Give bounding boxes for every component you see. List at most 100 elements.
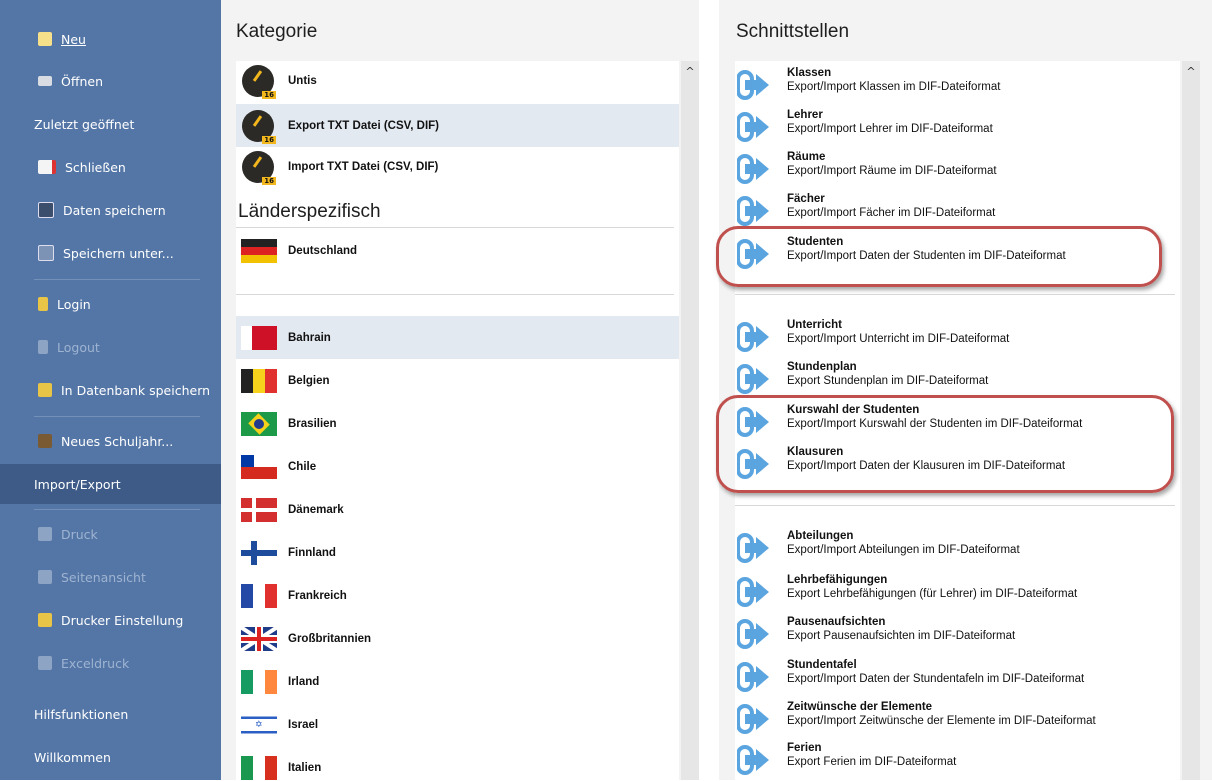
export-arrow-icon (737, 322, 771, 352)
flag-belgium-icon (241, 368, 277, 393)
panel-gap (699, 0, 719, 780)
sidebar-item-excel-print[interactable]: Exceldruck (0, 644, 221, 682)
flag-finland-icon (241, 540, 277, 565)
list-item-untis[interactable]: 16 Untis (236, 61, 679, 101)
sidebar-separator (34, 279, 200, 280)
kategorie-scrollbar[interactable]: ^ (681, 61, 699, 780)
list-item-israel[interactable]: ✡ Israel (236, 703, 679, 746)
untis-logo-icon: 16 (242, 109, 276, 144)
sidebar-item-close[interactable]: Schließen (0, 148, 221, 186)
interface-item-lehrbefaehigungen[interactable]: Lehrbefähigungen Export Lehrbefähigungen … (737, 571, 1077, 613)
sidebar-item-new-schoolyear[interactable]: Neues Schuljahr... (0, 422, 221, 460)
export-arrow-icon (737, 154, 771, 184)
sidebar-item-help[interactable]: Hilfsfunktionen (0, 695, 221, 733)
interface-item-ferien[interactable]: Ferien Export Ferien im DIF-Dateiformat (737, 739, 956, 781)
sidebar-separator (34, 416, 200, 417)
save-icon (38, 202, 54, 218)
new-document-icon (38, 32, 52, 46)
list-item-chile[interactable]: Chile (236, 445, 679, 488)
sidebar-item-welcome[interactable]: Willkommen (0, 738, 221, 776)
interface-item-stundentafel[interactable]: Stundentafel Export/Import Daten der Stun… (737, 656, 1084, 698)
schnittstellen-scrollbar[interactable]: ^ (1182, 61, 1200, 780)
list-item-bahrain[interactable]: Bahrain (236, 316, 679, 359)
login-icon (38, 297, 48, 311)
flag-brazil-icon (241, 411, 277, 436)
interface-item-stundenplan[interactable]: Stundenplan Export Stundenplan im DIF-Dat… (737, 358, 988, 400)
flag-bahrain-icon (241, 325, 277, 350)
sidebar-item-open[interactable]: Öffnen (0, 62, 221, 100)
flag-chile-icon (241, 454, 277, 479)
interface-item-unterricht[interactable]: Unterricht Export/Import Unterricht im DI… (737, 316, 1009, 358)
sidebar-item-save[interactable]: Daten speichern (0, 191, 221, 229)
sidebar-item-page-preview[interactable]: Seitenansicht (0, 558, 221, 596)
divider (735, 294, 1175, 295)
list-item-brasilien[interactable]: Brasilien (236, 402, 679, 445)
flag-uk-icon (241, 626, 277, 651)
divider (735, 505, 1175, 506)
flag-denmark-icon (241, 497, 277, 522)
export-arrow-icon (737, 662, 771, 692)
scroll-up-icon[interactable]: ^ (683, 65, 697, 78)
sidebar-item-login[interactable]: Login (0, 285, 221, 323)
flag-israel-icon: ✡ (241, 712, 277, 737)
printer-settings-icon (38, 613, 52, 627)
highlight-oval (716, 226, 1162, 287)
list-item-grossbritannien[interactable]: Großbritannien (236, 617, 679, 660)
export-arrow-icon (737, 533, 771, 563)
logout-icon (38, 340, 48, 354)
schnittstellen-title: Schnittstellen (736, 21, 850, 42)
sidebar-item-import-export[interactable]: Import/Export (0, 464, 221, 504)
interface-item-pausenaufsichten[interactable]: Pausenaufsichten Export Pausenaufsichten … (737, 613, 1015, 655)
new-schoolyear-icon (38, 434, 52, 448)
highlight-oval (716, 395, 1174, 493)
untis-logo-icon: 16 (242, 65, 276, 99)
list-item-italien[interactable]: Italien (236, 746, 679, 780)
list-item-finnland[interactable]: Finnland (236, 531, 679, 574)
sidebar-item-logout[interactable]: Logout (0, 328, 221, 366)
excel-print-icon (38, 656, 52, 670)
database-save-icon (38, 383, 52, 397)
flag-ireland-icon (241, 669, 277, 694)
laender-title: Länderspezifisch (238, 201, 381, 222)
list-item-belgien[interactable]: Belgien (236, 359, 679, 402)
close-document-icon (38, 160, 56, 174)
export-arrow-icon (737, 364, 771, 394)
divider (236, 294, 674, 295)
interface-item-klassen[interactable]: Klassen Export/Import Klassen im DIF-Date… (737, 64, 1000, 106)
list-item-deutschland[interactable]: Deutschland (236, 233, 679, 269)
interface-item-abteilungen[interactable]: Abteilungen Export/Import Abteilungen im … (737, 527, 1020, 569)
export-arrow-icon (737, 196, 771, 226)
kategorie-list: 16 Untis 16 Export TXT Datei (CSV, DIF) … (236, 61, 679, 780)
save-as-icon (38, 245, 54, 261)
interface-item-lehrer[interactable]: Lehrer Export/Import Lehrer im DIF-Dateif… (737, 106, 993, 148)
sidebar-item-new[interactable]: Neu (0, 20, 221, 58)
list-item-export-txt[interactable]: 16 Export TXT Datei (CSV, DIF) (236, 104, 679, 147)
flag-italy-icon (241, 755, 277, 780)
export-arrow-icon (737, 112, 771, 142)
list-item-import-txt[interactable]: 16 Import TXT Datei (CSV, DIF) (236, 147, 679, 187)
export-arrow-icon (737, 577, 771, 607)
export-arrow-icon (737, 619, 771, 649)
sidebar-item-save-as[interactable]: Speichern unter... (0, 234, 221, 272)
list-item-daenemark[interactable]: Dänemark (236, 488, 679, 531)
interface-item-zeitwuensche[interactable]: Zeitwünsche der Elemente Export/Import Ze… (737, 698, 1096, 740)
export-arrow-icon (737, 745, 771, 775)
sidebar-separator (34, 509, 200, 510)
export-arrow-icon (737, 704, 771, 734)
kategorie-panel: Kategorie 16 Untis 16 Export TXT Datei (… (221, 0, 699, 780)
untis-logo-icon: 16 (242, 151, 276, 185)
sidebar-item-db-save[interactable]: In Datenbank speichern (0, 371, 221, 409)
divider (236, 227, 674, 228)
scroll-up-icon[interactable]: ^ (1184, 65, 1198, 78)
list-item-frankreich[interactable]: Frankreich (236, 574, 679, 617)
kategorie-title: Kategorie (236, 21, 318, 42)
sidebar-item-print[interactable]: Druck (0, 515, 221, 553)
sidebar: Neu Öffnen Zuletzt geöffnet Schließen Da… (0, 0, 221, 780)
sidebar-item-recent[interactable]: Zuletzt geöffnet (0, 105, 221, 143)
export-arrow-icon (737, 70, 771, 100)
page-preview-icon (38, 570, 52, 584)
list-item-irland[interactable]: Irland (236, 660, 679, 703)
print-icon (38, 527, 52, 541)
interface-item-raeume[interactable]: Räume Export/Import Räume im DIF-Dateifor… (737, 148, 997, 190)
sidebar-item-printer-settings[interactable]: Drucker Einstellung (0, 601, 221, 639)
